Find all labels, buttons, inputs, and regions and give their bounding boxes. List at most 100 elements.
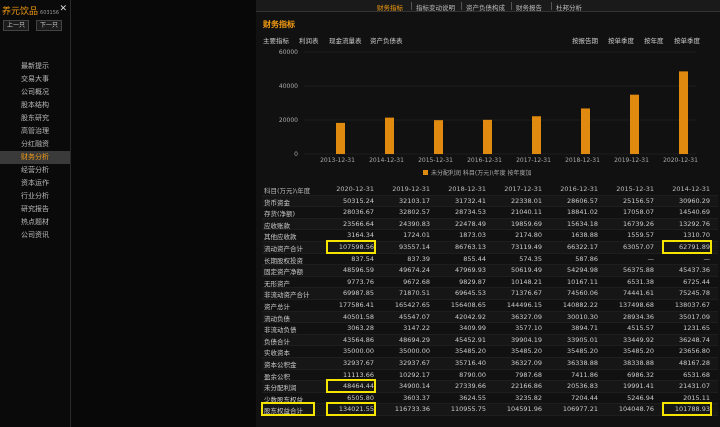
sidebar-item[interactable]: 股本结构 xyxy=(0,99,70,112)
chart-area: 60000 40000 20000 0 2013-12-31 2014-12-31 2015… xyxy=(256,42,720,182)
cell-value: 15634.18 xyxy=(566,219,598,228)
cell-value: 3603.37 xyxy=(403,393,430,402)
top-nav-tab[interactable]: 指标变动说明 xyxy=(416,2,455,12)
cell-value: 17058.07 xyxy=(622,208,654,217)
cell-value: 2015.11 xyxy=(683,393,710,402)
row-label: 实收资本 xyxy=(264,349,290,358)
cell-value: 3164.34 xyxy=(347,231,374,240)
sidebar-item[interactable]: 公司资讯 xyxy=(0,229,70,242)
cell-value: 28734.53 xyxy=(454,208,486,217)
cell-value: 587.86 xyxy=(575,254,598,263)
cell-value: 10167.11 xyxy=(566,277,598,286)
cell-value: 30010.30 xyxy=(566,312,598,321)
financial-table: 科目(万元)\年度 2020-12-31 2019-12-31 2018-12-31 2… xyxy=(261,184,718,417)
x-tick-label: 2014-12-31 xyxy=(369,157,404,164)
row-label: 应收账款 xyxy=(264,221,290,230)
cell-value: 13292.76 xyxy=(678,219,710,228)
cell-value: 11113.66 xyxy=(342,370,374,379)
cell-value: 2015-12-31 xyxy=(616,185,654,193)
cell-value: 32937.67 xyxy=(342,358,374,367)
cell-value: 2020-12-31 xyxy=(336,185,374,193)
cell-value: 28606.57 xyxy=(566,196,598,205)
table-row: 流动负债 40501.58 45547.07 42042.92 36327.09 3001… xyxy=(262,311,718,324)
cell-value: 104048.76 xyxy=(618,405,654,414)
chart-bar xyxy=(434,120,443,154)
cell-value: 10292.17 xyxy=(398,370,430,379)
chart-bar xyxy=(483,119,492,154)
cell-value: 2014-12-31 xyxy=(672,185,710,193)
stock-code: 603156 xyxy=(40,10,60,16)
cell-value: 33905.01 xyxy=(566,335,598,344)
highlight-box xyxy=(326,402,376,417)
cell-value: 116733.36 xyxy=(394,405,430,414)
cell-value: 837.39 xyxy=(407,254,430,263)
sidebar-item[interactable]: 最新提示 xyxy=(0,60,70,73)
sidebar-item[interactable]: 研究报告 xyxy=(0,203,70,216)
table-row: 存货(净额) 28036.67 32802.57 28734.53 21040.11 18… xyxy=(262,207,718,219)
prev-stock-button[interactable]: 上一只 xyxy=(3,20,29,31)
legend-swatch xyxy=(423,170,428,175)
cell-value: 1310.70 xyxy=(683,231,710,240)
next-stock-button[interactable]: 下一只 xyxy=(36,20,62,31)
cell-value: 14540.69 xyxy=(678,208,710,217)
cell-value: 16739.26 xyxy=(622,219,654,228)
cell-value: 73119.49 xyxy=(510,242,542,251)
sidebar-item[interactable]: 高管治理 xyxy=(0,125,70,138)
cell-value: 34900.14 xyxy=(398,382,430,391)
cell-value: 1559.57 xyxy=(627,231,654,240)
stock-title: 养元饮品 603156 xyxy=(2,4,59,17)
row-label: 资产总计 xyxy=(264,302,290,311)
cell-value: 36338.88 xyxy=(566,358,598,367)
row-label: 长期股权投资 xyxy=(264,256,303,265)
chart-bar xyxy=(581,108,590,154)
sidebar-item[interactable]: 股东研究 xyxy=(0,112,70,125)
cell-value: 35485.20 xyxy=(566,347,598,356)
cell-value: 110955.75 xyxy=(450,405,486,414)
x-tick-label: 2018-12-31 xyxy=(565,157,600,164)
cell-value: 69645.53 xyxy=(454,289,486,298)
row-label: 资本公积金 xyxy=(264,360,297,369)
cell-value: 35485.20 xyxy=(622,347,654,356)
sidebar-item[interactable]: 热点题材 xyxy=(0,216,70,229)
row-label: 盈余公积 xyxy=(264,372,290,381)
cell-value: 50619.49 xyxy=(510,266,542,275)
cell-value: 48167.28 xyxy=(678,358,710,367)
cell-value: 22338.01 xyxy=(510,196,542,205)
row-label: 流动负债 xyxy=(264,314,290,323)
top-nav-tab[interactable]: 资产负债构成 xyxy=(466,2,505,12)
cell-value: 35017.09 xyxy=(678,312,710,321)
cell-value: 50315.24 xyxy=(342,196,374,205)
cell-value: 38338.88 xyxy=(622,358,654,367)
cell-value: 137498.68 xyxy=(618,300,654,309)
cell-value: 6531.68 xyxy=(683,370,710,379)
sidebar-item[interactable]: 交易大事 xyxy=(0,73,70,86)
top-nav-tab[interactable]: 财务指标 xyxy=(377,2,403,12)
cell-value: 42042.92 xyxy=(454,312,486,321)
cell-value: 74441.61 xyxy=(622,289,654,298)
table-row: 无形资产 9773.76 9672.68 9829.87 10148.21 10167.1… xyxy=(262,277,718,289)
highlight-box xyxy=(326,379,376,394)
cell-value: 144496.15 xyxy=(506,300,542,309)
cell-value: 177586.41 xyxy=(338,300,374,309)
close-icon[interactable]: ✕ xyxy=(59,4,67,14)
x-tick-label: 2016-12-31 xyxy=(467,157,502,164)
x-tick-label: 2019-12-31 xyxy=(614,157,649,164)
section-title: 财务指标 xyxy=(263,20,295,29)
top-nav-tab[interactable]: 财务报告 xyxy=(516,2,542,12)
top-nav-tab[interactable]: 杜邦分析 xyxy=(556,2,582,12)
y-tick-label: 0 xyxy=(294,151,298,158)
cell-value: 35716.40 xyxy=(454,358,486,367)
cell-value: 45452.91 xyxy=(454,335,486,344)
cell-value: 1231.65 xyxy=(683,324,710,333)
sidebar-item[interactable]: 公司概况 xyxy=(0,86,70,99)
highlight-box xyxy=(326,240,376,254)
sidebar-item[interactable]: 资本运作 xyxy=(0,177,70,190)
sidebar-item[interactable]: 分红融资 xyxy=(0,138,70,151)
cell-value: 5246.94 xyxy=(627,393,654,402)
sidebar-item[interactable]: 财务分析 xyxy=(0,151,70,164)
cell-value: 54294.98 xyxy=(566,266,598,275)
sidebar-item[interactable]: 经营分析 xyxy=(0,164,70,177)
cell-value: 69987.85 xyxy=(342,289,374,298)
sidebar-item[interactable]: 行业分析 xyxy=(0,190,70,203)
cell-value: 156408.65 xyxy=(450,300,486,309)
